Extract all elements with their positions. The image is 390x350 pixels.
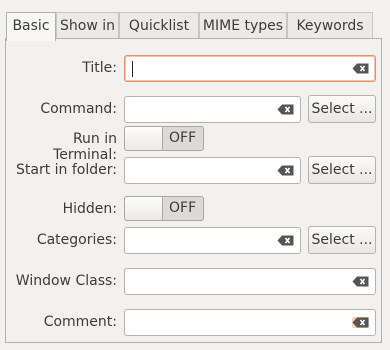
window-class-input[interactable] xyxy=(131,272,341,290)
command-select-button[interactable]: Select ... xyxy=(308,95,376,123)
window-class-label: Window Class: xyxy=(15,273,117,289)
command-input[interactable] xyxy=(131,100,271,118)
tab-quicklist[interactable]: Quicklist xyxy=(119,12,199,39)
tab-label: MIME types xyxy=(202,18,284,34)
folder-field[interactable] xyxy=(124,157,301,184)
tab-label: Keywords xyxy=(296,18,364,34)
text-cursor xyxy=(132,61,133,77)
switch-state: OFF xyxy=(169,200,197,216)
clear-entry-icon[interactable] xyxy=(352,276,369,287)
clear-entry-icon[interactable] xyxy=(352,63,369,74)
title-field[interactable] xyxy=(124,55,376,82)
basic-panel xyxy=(5,38,382,343)
command-label: Command: xyxy=(40,101,117,117)
folder-label: Start in folder: xyxy=(16,162,117,178)
tab-label: Basic xyxy=(12,18,50,34)
tab-label: Quicklist xyxy=(128,18,190,34)
clear-entry-icon[interactable] xyxy=(277,165,294,176)
command-field[interactable] xyxy=(124,96,301,123)
comment-label: Comment: xyxy=(43,314,117,330)
hidden-switch[interactable]: OFF xyxy=(124,196,204,221)
tab-label: Show in xyxy=(60,18,115,34)
tab-show-in[interactable]: Show in xyxy=(56,12,119,39)
terminal-switch[interactable]: OFF xyxy=(124,126,204,151)
hidden-label: Hidden: xyxy=(62,201,117,217)
tab-basic[interactable]: Basic xyxy=(6,12,56,41)
tab-keywords[interactable]: Keywords xyxy=(287,12,373,39)
switch-knob xyxy=(125,197,163,220)
comment-input[interactable] xyxy=(131,313,341,331)
window-class-field[interactable] xyxy=(124,268,376,295)
clear-entry-icon[interactable] xyxy=(352,317,369,328)
clear-entry-icon[interactable] xyxy=(277,235,294,246)
switch-state: OFF xyxy=(169,130,197,146)
title-input[interactable] xyxy=(131,59,341,77)
comment-field[interactable] xyxy=(124,309,376,336)
categories-select-button[interactable]: Select ... xyxy=(308,226,376,254)
categories-input[interactable] xyxy=(131,231,271,249)
clear-entry-icon[interactable] xyxy=(277,104,294,115)
switch-knob xyxy=(125,127,163,150)
tab-mime-types[interactable]: MIME types xyxy=(199,12,287,39)
categories-field[interactable] xyxy=(124,227,301,254)
title-label: Title: xyxy=(82,60,117,76)
categories-label: Categories: xyxy=(36,232,117,248)
folder-input[interactable] xyxy=(131,161,271,179)
terminal-label: Run in Terminal: xyxy=(53,131,117,163)
folder-select-button[interactable]: Select ... xyxy=(308,156,376,184)
